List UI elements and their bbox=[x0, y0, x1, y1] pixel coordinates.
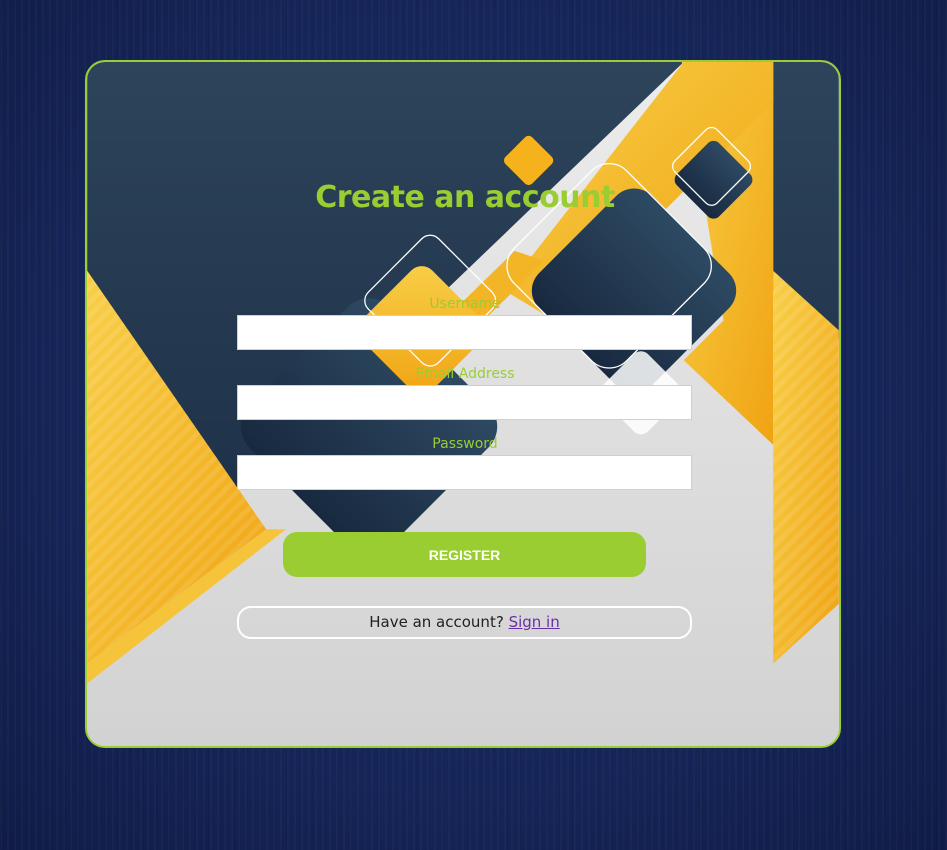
email-input[interactable] bbox=[237, 385, 692, 420]
password-label: Password bbox=[432, 436, 498, 452]
username-input[interactable] bbox=[237, 315, 692, 350]
page-title: Create an account bbox=[315, 180, 615, 215]
password-input[interactable] bbox=[237, 455, 692, 490]
username-label: Username bbox=[429, 296, 501, 312]
signin-prompt-box: Have an account? Sign in bbox=[237, 606, 692, 639]
signin-prompt-text: Have an account? bbox=[369, 613, 504, 631]
signin-link[interactable]: Sign in bbox=[509, 613, 560, 631]
register-button[interactable]: REGISTER bbox=[283, 532, 646, 577]
register-card: Create an account Username Email Address… bbox=[85, 60, 841, 748]
email-label: Email Address bbox=[415, 366, 515, 382]
